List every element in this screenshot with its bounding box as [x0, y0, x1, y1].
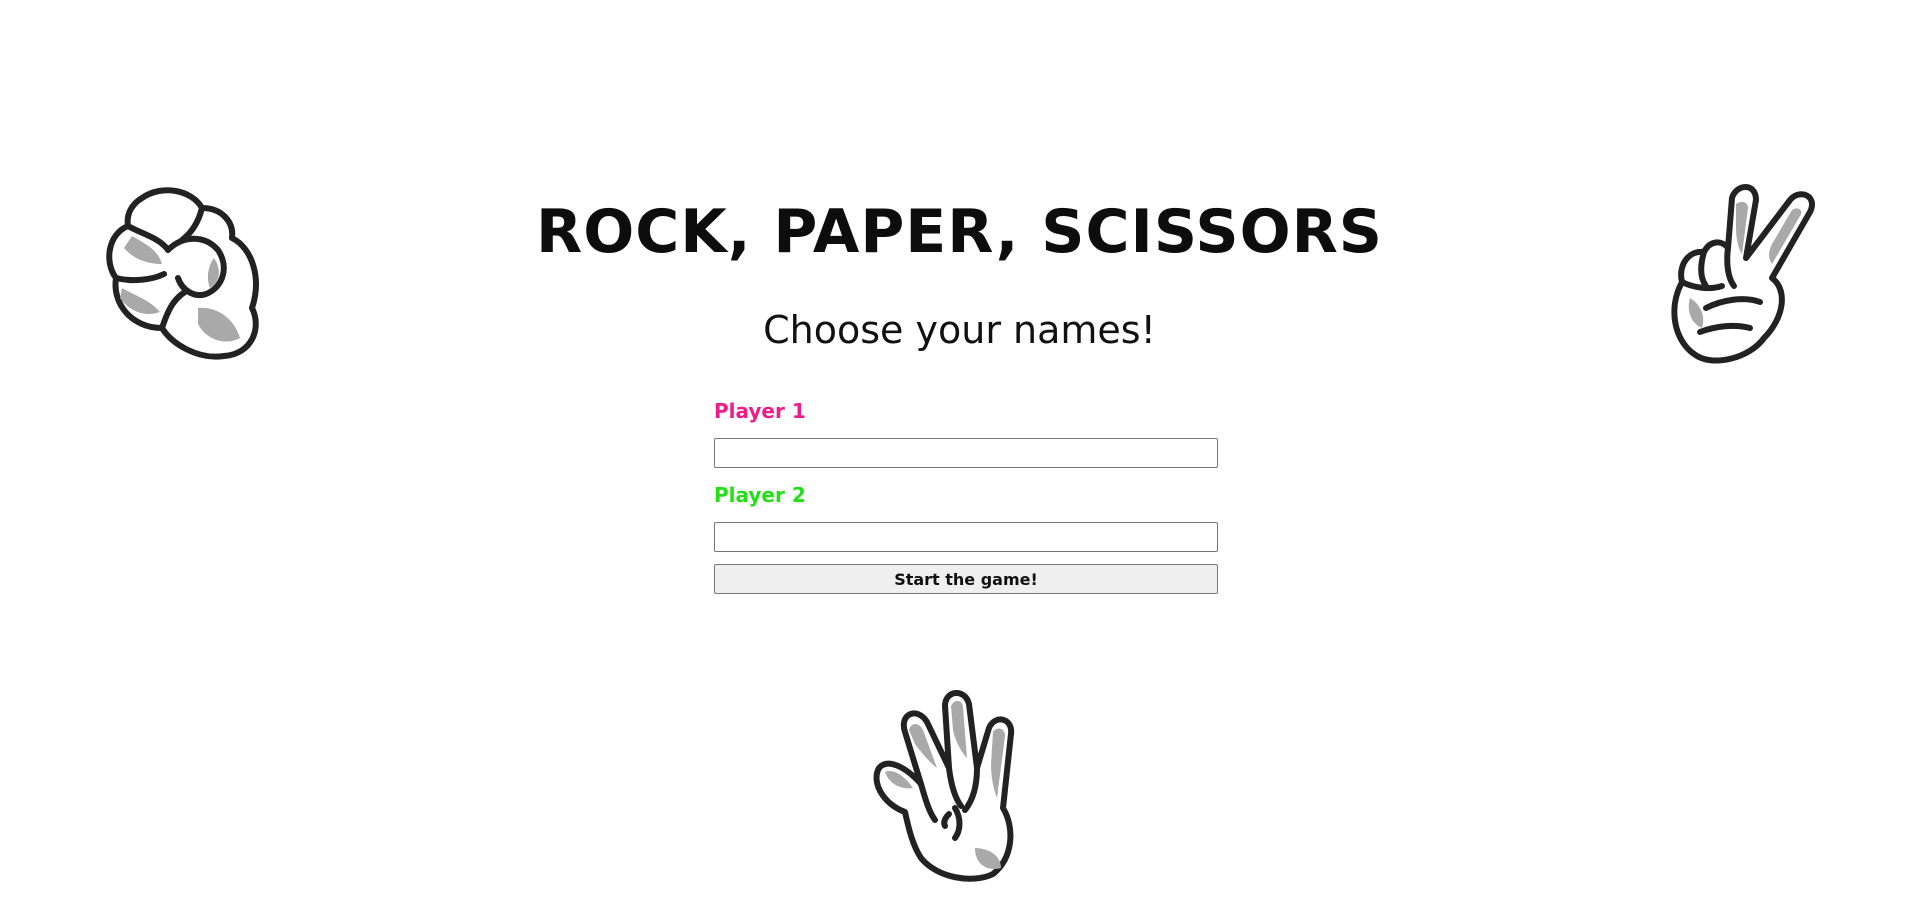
- player2-label: Player 2: [714, 483, 806, 507]
- player-names-form: Player 1 Player 2 Start the game!: [714, 398, 1218, 594]
- player2-name-input[interactable]: [714, 522, 1218, 552]
- page-subtitle: Choose your names!: [763, 308, 1156, 352]
- start-game-button[interactable]: Start the game!: [714, 564, 1218, 594]
- open-palm-hand-icon: [865, 688, 1045, 884]
- player1-label: Player 1: [714, 399, 806, 423]
- page-title: ROCK, PAPER, SCISSORS: [536, 197, 1383, 267]
- player1-name-input[interactable]: [714, 438, 1218, 468]
- start-screen: ROCK, PAPER, SCISSORS Choose your names!…: [0, 0, 1919, 912]
